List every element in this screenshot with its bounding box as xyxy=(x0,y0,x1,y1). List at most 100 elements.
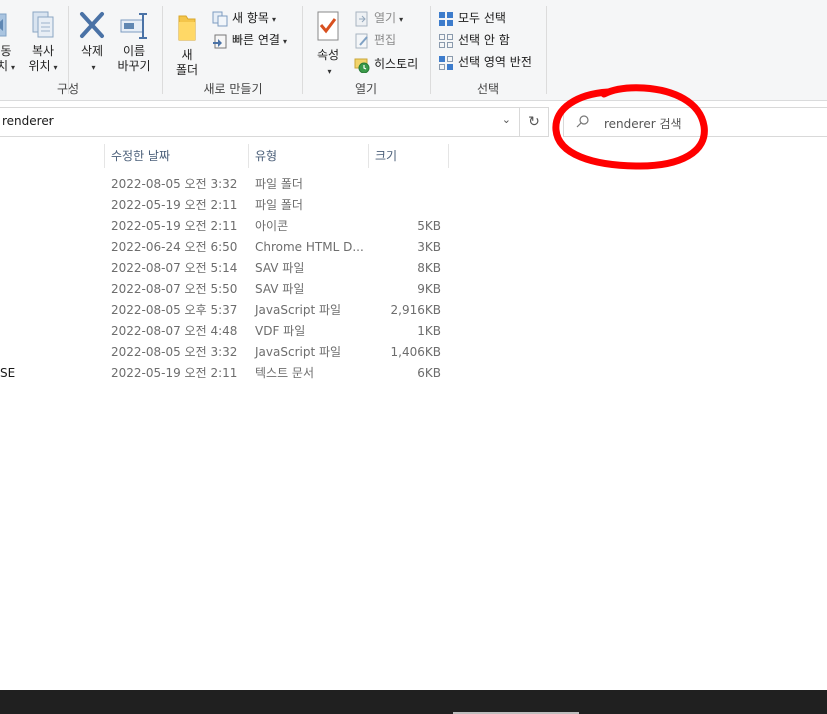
easy-access-label: 빠른 연결 xyxy=(232,33,280,47)
file-type: 텍스트 문서 xyxy=(255,366,315,380)
column-divider[interactable] xyxy=(368,144,369,168)
file-date: 2022-08-07 오전 5:14 xyxy=(111,261,238,275)
organize-group-label: 구성 xyxy=(56,82,80,96)
file-type: 파일 폴더 xyxy=(255,198,303,212)
properties-check-icon xyxy=(317,11,339,41)
file-type: SAV 파일 xyxy=(255,261,305,275)
open-button[interactable]: 열기 ▾ xyxy=(354,8,403,28)
copy-to-button[interactable]: 복사 위치 ▾ xyxy=(24,10,62,75)
column-header-type[interactable]: 유형 xyxy=(255,144,277,168)
file-date: 2022-05-19 오전 2:11 xyxy=(111,198,238,212)
file-row[interactable]: 2022-08-05 오후 5:37 JavaScript 파일 2,916KB xyxy=(0,300,460,321)
new-folder-label-1: 새 xyxy=(181,48,193,62)
address-history-dropdown-icon[interactable]: ⌄ xyxy=(502,113,511,126)
move-to-button[interactable]: 동 치 ▾ xyxy=(0,10,16,75)
select-none-label: 선택 안 함 xyxy=(458,33,510,47)
select-none-icon xyxy=(439,33,453,48)
file-row[interactable]: 2022-06-24 오전 6:50 Chrome HTML D... 3KB xyxy=(0,237,460,258)
address-bar[interactable]: renderer › ⌄ xyxy=(0,107,520,137)
delete-dropdown[interactable]: ▾ xyxy=(74,59,110,75)
chevron-down-icon: ▾ xyxy=(282,37,287,46)
ribbon-divider xyxy=(302,6,303,94)
column-header-date[interactable]: 수정한 날짜 xyxy=(111,144,170,168)
properties-label: 속성 xyxy=(316,48,340,62)
column-divider[interactable] xyxy=(104,144,105,168)
copy-to-label-2: 위치 ▾ xyxy=(28,59,58,73)
file-row[interactable]: 2022-08-07 오전 5:50 SAV 파일 9KB xyxy=(0,279,460,300)
file-row[interactable]: 2022-08-05 오전 3:32 파일 폴더 xyxy=(0,174,460,195)
file-size: 8KB xyxy=(417,261,441,275)
new-item-icon xyxy=(212,11,228,26)
file-row[interactable]: 2022-08-07 오전 4:48 VDF 파일 1KB xyxy=(0,321,460,342)
move-to-label-2: 치 ▾ xyxy=(0,59,16,73)
refresh-button[interactable]: ↻ xyxy=(520,107,549,137)
file-row[interactable]: SE 2022-05-19 오전 2:11 텍스트 문서 6KB xyxy=(0,363,460,384)
new-item-label: 새 항목 xyxy=(232,11,269,25)
file-name: SE xyxy=(0,366,16,380)
file-size: 2,916KB xyxy=(390,303,441,317)
chevron-down-icon: ▾ xyxy=(91,63,96,72)
file-type: SAV 파일 xyxy=(255,282,305,296)
file-date: 2022-08-05 오전 3:32 xyxy=(111,177,238,191)
file-type: JavaScript 파일 xyxy=(255,303,342,317)
file-row[interactable]: 2022-08-05 오전 3:32 JavaScript 파일 1,406KB xyxy=(0,342,460,363)
file-type: 파일 폴더 xyxy=(255,177,303,191)
file-date: 2022-08-05 오후 5:37 xyxy=(111,303,238,317)
copy-to-icon xyxy=(32,11,54,38)
properties-dropdown[interactable]: ▾ xyxy=(310,63,346,79)
chevron-down-icon: ▾ xyxy=(53,63,58,72)
delete-button[interactable]: 삭제 ▾ xyxy=(74,10,110,75)
file-date: 2022-06-24 오전 6:50 xyxy=(111,240,238,254)
chevron-down-icon: ▾ xyxy=(399,15,404,24)
invert-selection-icon xyxy=(439,55,453,70)
history-label: 히스토리 xyxy=(374,57,419,71)
file-size: 9KB xyxy=(417,282,441,296)
column-header-size[interactable]: 크기 xyxy=(375,144,397,168)
invert-selection-button[interactable]: 선택 영역 반전 xyxy=(438,52,532,72)
ribbon-divider xyxy=(162,6,163,94)
ribbon-divider xyxy=(430,6,431,94)
file-date: 2022-08-07 오전 5:50 xyxy=(111,282,238,296)
new-group-label: 새로 만들기 xyxy=(203,82,263,96)
edit-label: 편집 xyxy=(374,33,397,47)
new-folder-button[interactable]: 새 폴더 xyxy=(170,10,204,78)
column-divider[interactable] xyxy=(248,144,249,168)
open-group-label: 열기 xyxy=(354,82,378,96)
copy-to-label-1: 복사 xyxy=(31,44,55,58)
file-date: 2022-08-07 오전 4:48 xyxy=(111,324,238,338)
rename-button[interactable]: 이름 바꾸기 xyxy=(112,10,156,74)
history-button[interactable]: 히스토리 xyxy=(354,54,418,74)
file-date: 2022-05-19 오전 2:11 xyxy=(111,219,238,233)
file-type: VDF 파일 xyxy=(255,324,306,338)
delete-label: 삭제 xyxy=(80,44,104,58)
select-all-button[interactable]: 모두 선택 xyxy=(438,8,506,28)
edit-button[interactable]: 편집 xyxy=(354,30,396,50)
breadcrumb-chevron-icon[interactable]: › xyxy=(48,114,52,127)
history-icon xyxy=(354,58,370,73)
open-label: 열기 xyxy=(374,11,397,25)
ribbon-divider xyxy=(546,6,547,94)
file-row[interactable]: 2022-08-07 오전 5:14 SAV 파일 8KB xyxy=(0,258,460,279)
open-icon xyxy=(355,11,368,26)
file-date: 2022-05-19 오전 2:11 xyxy=(111,366,238,380)
edit-icon xyxy=(355,33,368,48)
column-divider[interactable] xyxy=(448,144,449,168)
rename-label-1: 이름 xyxy=(122,44,146,58)
new-item-button[interactable]: 새 항목 ▾ xyxy=(212,8,276,28)
easy-access-icon xyxy=(213,34,227,48)
new-folder-icon xyxy=(178,15,196,41)
file-size: 3KB xyxy=(417,240,441,254)
file-type: 아이콘 xyxy=(255,219,289,233)
move-to-label-1: 동 xyxy=(0,44,12,58)
invert-selection-label: 선택 영역 반전 xyxy=(458,55,532,69)
file-date: 2022-08-05 오전 3:32 xyxy=(111,345,238,359)
file-size: 5KB xyxy=(417,219,441,233)
properties-button[interactable]: 속성 ▾ xyxy=(310,10,346,79)
breadcrumb-renderer[interactable]: renderer xyxy=(2,114,54,128)
rename-icon xyxy=(120,13,147,39)
file-size: 1KB xyxy=(417,324,441,338)
file-row[interactable]: 2022-05-19 오전 2:11 아이콘 5KB xyxy=(0,216,460,237)
easy-access-button[interactable]: 빠른 연결 ▾ xyxy=(212,30,287,50)
select-none-button[interactable]: 선택 안 함 xyxy=(438,30,510,50)
file-row[interactable]: 2022-05-19 오전 2:11 파일 폴더 xyxy=(0,195,460,216)
